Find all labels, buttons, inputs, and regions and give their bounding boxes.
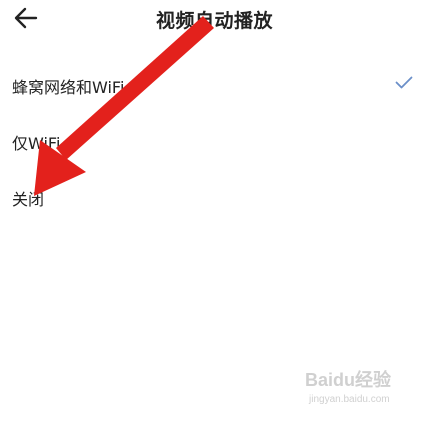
autoplay-option-list: 蜂窝网络和WiFi 仅WiFi 关闭 xyxy=(0,58,429,226)
header: 视频自动播放 xyxy=(0,0,429,40)
option-off[interactable]: 关闭 xyxy=(0,170,429,226)
page-title: 视频自动播放 xyxy=(155,10,273,32)
video-autoplay-settings-screen: 视频自动播放 蜂窝网络和WiFi 仅WiFi 关闭 Baidu经验 jingya… xyxy=(0,0,429,426)
option-label: 仅WiFi xyxy=(12,134,61,153)
baidu-jingyan-watermark: Baidu经验 jingyan.baidu.com xyxy=(305,366,405,412)
watermark-subtext: jingyan.baidu.com xyxy=(309,394,390,405)
option-label: 蜂窝网络和WiFi xyxy=(12,78,125,97)
watermark-text: Baidu经验 xyxy=(305,370,392,390)
option-wifi-only[interactable]: 仅WiFi xyxy=(0,114,429,170)
check-icon xyxy=(395,76,413,89)
option-label: 关闭 xyxy=(12,190,45,209)
option-cellular-and-wifi[interactable]: 蜂窝网络和WiFi xyxy=(0,58,429,114)
